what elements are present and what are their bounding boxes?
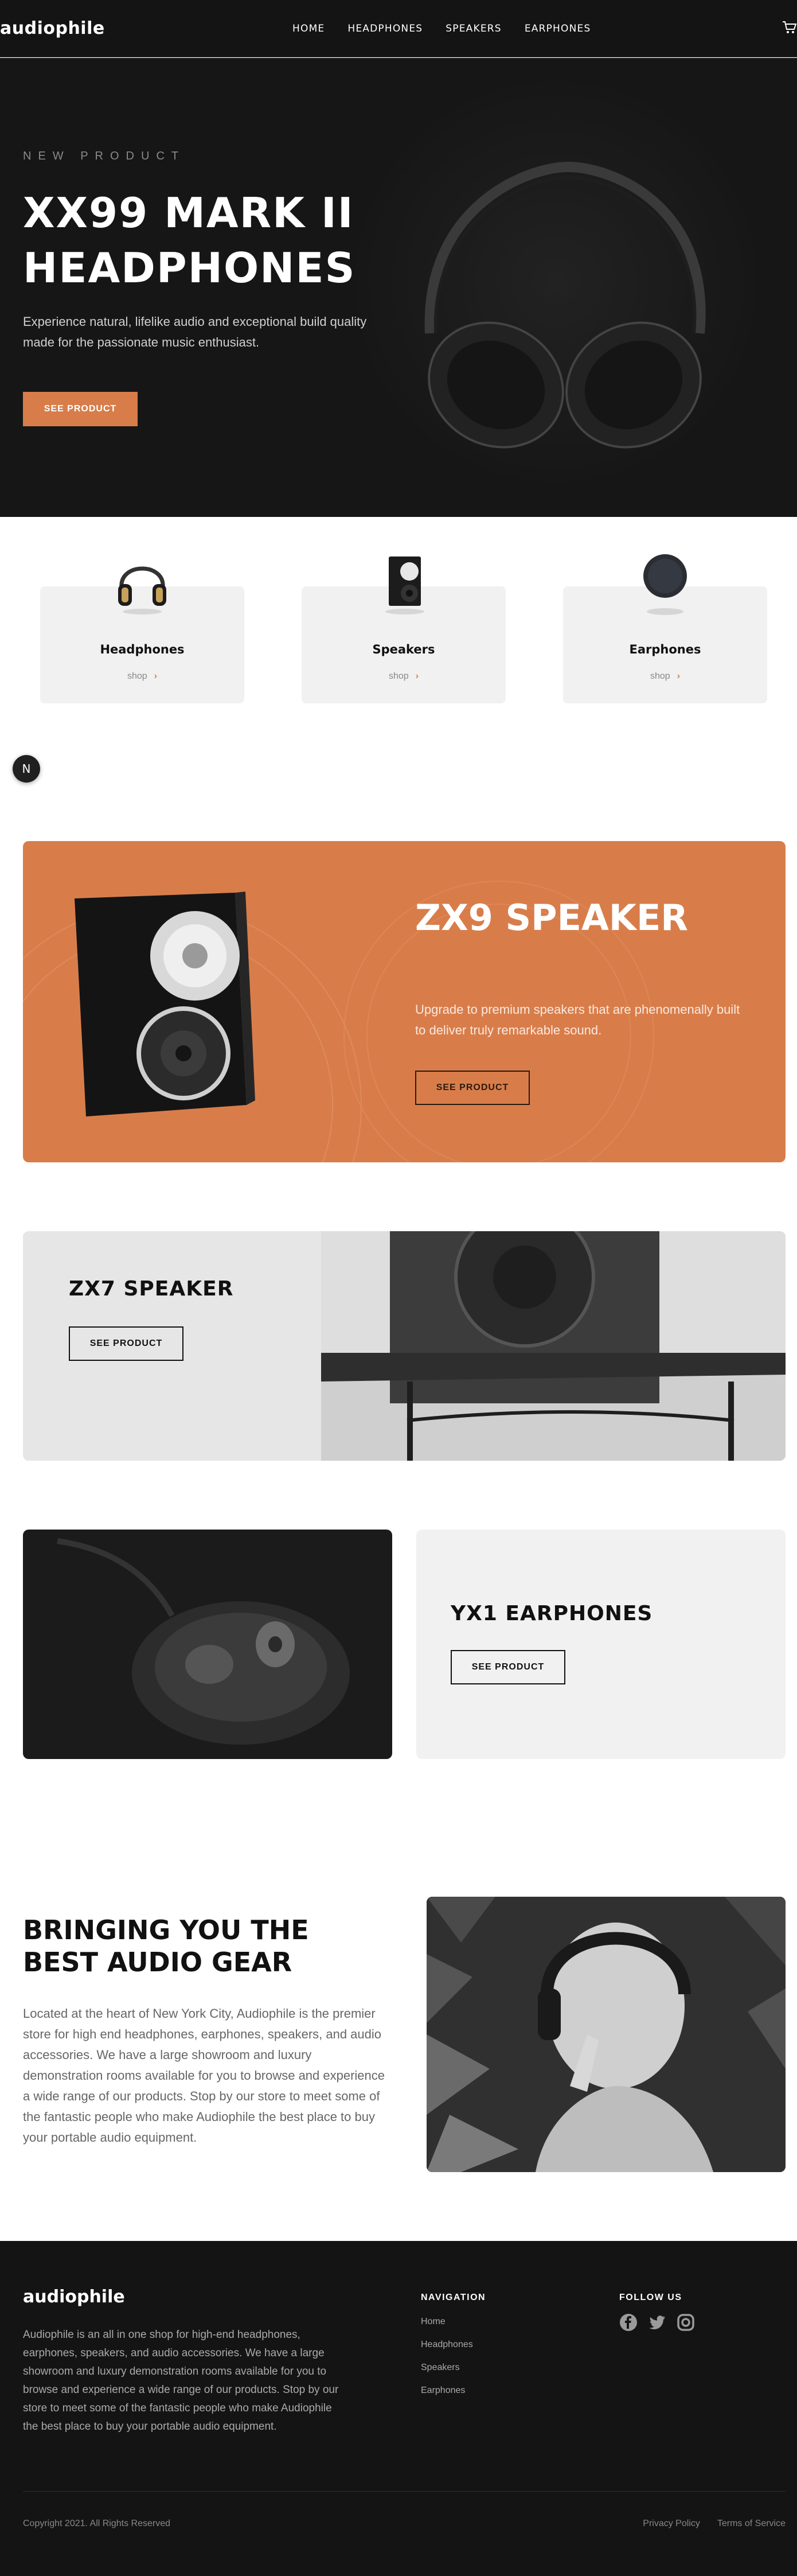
copyright-text: Copyright 2021. All Rights Reserved — [23, 2519, 171, 2528]
chevron-right-icon: › — [677, 671, 681, 681]
site-header: audiophile HOME HEADPHONES SPEAKERS EARP… — [0, 0, 797, 57]
instagram-icon[interactable] — [677, 2313, 695, 2332]
zx9-speaker-image — [75, 892, 255, 1116]
yx1-title: YX1 EARPHONES — [451, 1602, 653, 1625]
zx9-description: Upgrade to premium speakers that are phe… — [415, 1002, 740, 1037]
nav-home[interactable]: HOME — [292, 23, 325, 34]
zx9-see-product-button[interactable]: SEE PRODUCT — [415, 1071, 530, 1105]
hero-section: NEW PRODUCT XX99 MARK II HEADPHONES Expe… — [0, 58, 797, 517]
headphones-thumbnail — [118, 566, 166, 614]
hero-overline: NEW PRODUCT — [23, 150, 186, 162]
hero-title: XX99 MARK II HEADPHONES — [23, 189, 356, 292]
cart-icon[interactable] — [782, 21, 797, 34]
footer-nav-links: Home Headphones Speakers Earphones — [421, 2317, 473, 2396]
site-footer: audiophile Audiophile is an all in one s… — [0, 2241, 797, 2576]
footer-nav-heading: NAVIGATION — [421, 2293, 486, 2302]
category-shop-link[interactable]: shop › — [302, 671, 506, 682]
about-description: Located at the heart of New York City, A… — [23, 2006, 385, 2145]
zx7-promo: ZX7 SPEAKER SEE PRODUCT — [23, 1231, 786, 1461]
category-title: Earphones — [629, 643, 701, 656]
hero-description: Experience natural, lifelike audio and e… — [23, 314, 367, 349]
nav-earphones[interactable]: EARPHONES — [525, 23, 591, 34]
speaker-thumbnail — [385, 557, 424, 614]
footer-link-headphones[interactable]: Headphones — [421, 2340, 473, 2350]
terms-of-service-link[interactable]: Terms of Service — [717, 2519, 786, 2529]
twitter-icon[interactable] — [648, 2313, 666, 2332]
category-card-speakers[interactable]: Speakers shop › — [302, 557, 506, 703]
chevron-right-icon: › — [154, 671, 158, 681]
zx7-speaker-image — [321, 1231, 786, 1461]
main-nav: HOME HEADPHONES SPEAKERS EARPHONES — [292, 23, 591, 34]
logo[interactable]: audiophile — [0, 18, 105, 38]
about-man-headphones-image — [427, 1897, 786, 2172]
category-shop-link[interactable]: shop › — [563, 671, 767, 682]
zx9-title: ZX9 SPEAKER — [415, 897, 689, 939]
facebook-icon[interactable] — [619, 2313, 638, 2332]
shop-label: shop — [127, 671, 147, 681]
yx1-earphones-image — [23, 1530, 392, 1759]
zx7-see-product-button[interactable]: SEE PRODUCT — [69, 1326, 183, 1361]
privacy-policy-link[interactable]: Privacy Policy — [643, 2519, 700, 2529]
social-links — [619, 2313, 695, 2332]
category-card-headphones[interactable]: Headphones shop › — [40, 566, 244, 703]
category-title: Speakers — [372, 643, 435, 656]
nav-speakers[interactable]: SPEAKERS — [446, 23, 502, 34]
footer-link-speakers[interactable]: Speakers — [421, 2363, 473, 2373]
hero-headphones-image — [424, 161, 706, 449]
about-title: BRINGING YOU THE BEST AUDIO GEAR — [23, 1915, 309, 1978]
category-title: Headphones — [100, 643, 185, 656]
footer-follow-heading: FOLLOW US — [619, 2293, 682, 2302]
legal-links: Privacy Policy Terms of Service — [643, 2519, 786, 2529]
yx1-promo: YX1 EARPHONES SEE PRODUCT — [416, 1530, 786, 1759]
footer-description: Audiophile is an all in one shop for hig… — [23, 2329, 339, 2433]
footer-link-home[interactable]: Home — [421, 2317, 473, 2327]
yx1-see-product-button[interactable]: SEE PRODUCT — [451, 1650, 565, 1684]
footer-link-earphones[interactable]: Earphones — [421, 2386, 473, 2396]
earphones-thumbnail — [643, 554, 687, 615]
shop-label: shop — [388, 671, 409, 681]
zx7-title: ZX7 SPEAKER — [69, 1277, 234, 1301]
category-shop-link[interactable]: shop › — [40, 671, 244, 682]
shop-label: shop — [650, 671, 670, 681]
zx9-promo: ZX9 SPEAKER Upgrade to premium speakers … — [23, 841, 786, 1162]
category-card-earphones[interactable]: Earphones shop › — [563, 554, 767, 703]
nav-headphones[interactable]: HEADPHONES — [347, 23, 423, 34]
floating-n-badge[interactable]: N — [13, 755, 40, 783]
footer-logo[interactable]: audiophile — [23, 2287, 125, 2307]
hero-see-product-button[interactable]: SEE PRODUCT — [23, 392, 138, 426]
chevron-right-icon: › — [415, 671, 419, 681]
footer-divider — [23, 2491, 786, 2492]
